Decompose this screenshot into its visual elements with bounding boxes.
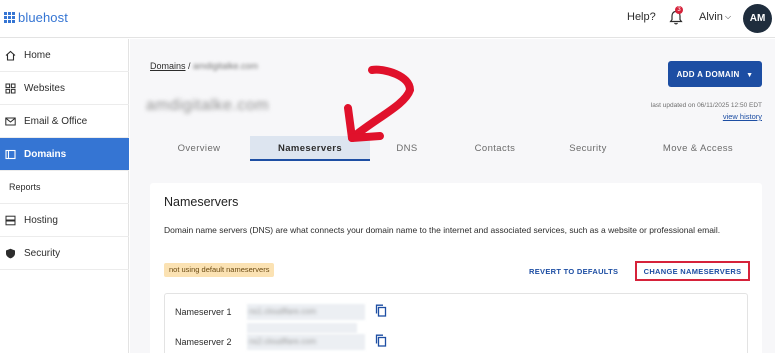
sidebar: Home Websites Email & Office Domains Rep…	[0, 39, 129, 353]
add-domain-button[interactable]: ADD A DOMAIN ▼	[668, 61, 762, 87]
shield-icon	[6, 248, 15, 258]
domain-tabs: Overview Nameservers DNS Contacts Securi…	[150, 136, 762, 161]
sidebar-item-label: Security	[24, 247, 61, 259]
section-description: Domain name servers (DNS) are what conne…	[164, 225, 721, 235]
sidebar-item-label: Email & Office	[24, 115, 88, 127]
view-history-link[interactable]: view history	[700, 112, 762, 121]
top-bar: bluehost Help? 3 Alvin ⌵ AM	[0, 0, 775, 38]
copy-icon[interactable]	[375, 334, 387, 347]
nameserver-label: Nameserver 2	[175, 337, 232, 347]
sidebar-item-reports[interactable]: Reports	[0, 171, 129, 204]
grid-icon	[5, 83, 16, 93]
tab-contacts[interactable]: Contacts	[444, 136, 546, 161]
domains-icon	[5, 149, 16, 159]
sidebar-item-email-office[interactable]: Email & Office	[0, 105, 129, 138]
tab-nameservers[interactable]: Nameservers	[250, 136, 370, 161]
caret-down-icon: ▼	[746, 71, 754, 79]
sidebar-item-home[interactable]: Home	[0, 39, 129, 72]
breadcrumb-separator: /	[185, 61, 194, 71]
sidebar-item-label: Websites	[24, 82, 65, 94]
brand-name: bluehost	[18, 10, 68, 25]
page-title: amdigitalke.com	[146, 97, 270, 114]
breadcrumb-current: amdigitalke.com	[193, 61, 259, 71]
sidebar-item-websites[interactable]: Websites	[0, 72, 129, 105]
nameserver-list: Nameserver 1 ns1.cloudflare.com Nameserv…	[164, 293, 748, 353]
sidebar-item-label: Domains	[24, 148, 67, 160]
sidebar-item-label: Hosting	[24, 214, 58, 226]
status-badge: not using default nameservers	[164, 263, 275, 277]
section-title: Nameservers	[164, 195, 239, 209]
sidebar-item-hosting[interactable]: Hosting	[0, 204, 129, 237]
tab-overview[interactable]: Overview	[150, 136, 248, 161]
nameserver-value: ns1.cloudflare.com	[249, 307, 317, 316]
revert-to-defaults-button[interactable]: REVERT TO DEFAULTS	[529, 267, 618, 276]
help-link[interactable]: Help?	[627, 11, 656, 23]
add-domain-label: ADD A DOMAIN	[676, 69, 740, 79]
tab-security[interactable]: Security	[548, 136, 628, 161]
home-icon	[5, 50, 16, 61]
nameservers-card: Nameservers Domain name servers (DNS) ar…	[150, 183, 762, 353]
sidebar-item-label: Home	[24, 49, 51, 61]
chevron-down-icon[interactable]: ⌵	[725, 12, 731, 22]
breadcrumb-domains-link[interactable]: Domains	[150, 61, 186, 71]
sidebar-item-domains[interactable]: Domains	[0, 138, 129, 171]
nameserver-value: ns2.cloudflare.com	[249, 337, 317, 346]
sidebar-item-security[interactable]: Security	[0, 237, 129, 270]
logo-grid-icon	[4, 12, 15, 23]
copy-icon[interactable]	[375, 304, 387, 317]
avatar[interactable]: AM	[743, 4, 772, 33]
notification-badge: 3	[675, 6, 683, 14]
last-updated-text: last updated on 06/11/2025 12:50 EDT	[650, 102, 762, 109]
server-icon	[5, 215, 16, 225]
mail-icon	[5, 117, 16, 125]
nameserver-label: Nameserver 1	[175, 307, 232, 317]
tab-move-access[interactable]: Move & Access	[642, 136, 754, 161]
main-content: Domains / amdigitalke.com amdigitalke.co…	[130, 39, 775, 353]
user-menu-name[interactable]: Alvin	[699, 11, 723, 23]
breadcrumb: Domains / amdigitalke.com	[150, 61, 258, 71]
value-field-background	[247, 323, 357, 333]
tab-dns[interactable]: DNS	[372, 136, 442, 161]
bluehost-logo[interactable]: bluehost	[4, 10, 68, 25]
change-nameservers-button[interactable]: CHANGE NAMESERVERS	[635, 261, 750, 281]
